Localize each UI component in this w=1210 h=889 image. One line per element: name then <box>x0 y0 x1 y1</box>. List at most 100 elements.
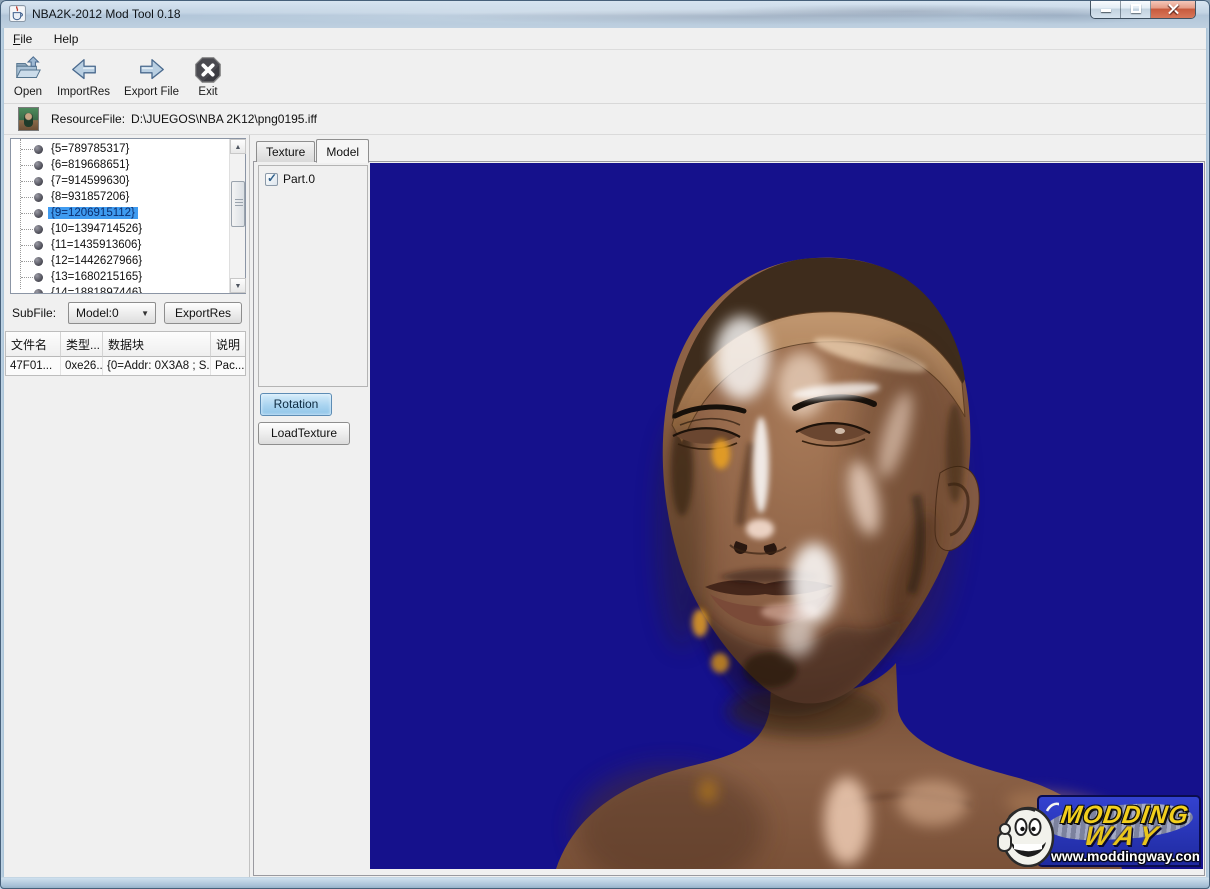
tree-item-label: {10=1394714526} <box>48 223 145 235</box>
tree-item-label: {8=931857206} <box>48 191 132 203</box>
resource-bar: ResourceFile:D:\JUEGOS\NBA 2K12\png0195.… <box>4 104 1206 135</box>
toolbar: Open ImportRes Export File <box>4 50 1206 104</box>
importres-label: ImportRes <box>57 86 110 98</box>
scroll-down-icon[interactable]: ▼ <box>230 278 246 293</box>
resource-file-text: ResourceFile:D:\JUEGOS\NBA 2K12\png0195.… <box>51 112 317 126</box>
part-list-panel: Part.0 <box>258 165 368 387</box>
subfile-label: SubFile: <box>12 306 60 320</box>
tree-item[interactable]: {13=1680215165} <box>15 269 228 285</box>
rotation-button[interactable]: Rotation <box>260 393 332 416</box>
resource-tree: {5=789785317} {6=819668651} {7=914599630… <box>10 138 246 294</box>
tree-scrollbar[interactable]: ▲ ▼ <box>229 139 245 293</box>
tree-connector <box>21 245 33 246</box>
title-bar[interactable]: NBA2K-2012 Mod Tool 0.18 <box>0 0 1210 28</box>
tree-item-label: {7=914599630} <box>48 175 132 187</box>
model-viewport[interactable]: MODDING WAY www.moddingway.com <box>370 163 1203 869</box>
java-app-icon <box>9 5 26 22</box>
open-button[interactable]: Open <box>11 54 45 99</box>
tree-connector <box>21 293 33 294</box>
subfile-table: 文件名 类型... 数据块 说明 47F01... 0xe26... {0=Ad… <box>5 331 246 376</box>
table-header-filename[interactable]: 文件名 <box>6 332 61 357</box>
table-cell-type: 0xe26... <box>61 357 103 375</box>
part-label: Part.0 <box>283 172 315 186</box>
tree-item[interactable]: {8=931857206} <box>15 189 228 205</box>
subfile-dropdown[interactable]: Model:0 ▼ <box>68 302 156 324</box>
tree-item[interactable]: {6=819668651} <box>15 157 228 173</box>
mouse-mascot-icon <box>997 795 1059 867</box>
tree-item[interactable]: {7=914599630} <box>15 173 228 189</box>
table-cell-datablock: {0=Addr: 0X3A8 ; S... <box>103 357 211 375</box>
exit-icon <box>193 55 223 85</box>
tree-item-label: {12=1442627966} <box>48 255 145 267</box>
maximize-icon <box>1131 4 1141 13</box>
minimize-button[interactable] <box>1091 0 1121 18</box>
maximize-button[interactable] <box>1121 0 1151 18</box>
resource-thumbnail-icon <box>18 107 39 131</box>
menu-bar: File Help <box>4 28 1206 50</box>
scroll-up-icon[interactable]: ▲ <box>230 139 246 154</box>
tree-node-icon <box>34 289 43 294</box>
subfile-dropdown-value: Model:0 <box>76 306 119 320</box>
tree-item[interactable]: {11=1435913606} <box>15 237 228 253</box>
open-folder-icon <box>13 55 43 85</box>
tree-connector <box>21 165 33 166</box>
tree-node-icon <box>34 177 43 186</box>
table-header-type[interactable]: 类型... <box>61 332 103 357</box>
scrollbar-thumb[interactable] <box>231 181 245 227</box>
tab-texture[interactable]: Texture <box>256 141 315 162</box>
watermark-url: www.moddingway.com <box>1051 848 1199 864</box>
table-header-datablock[interactable]: 数据块 <box>103 332 211 357</box>
tree-item-selected[interactable]: {9=1206915112} <box>15 205 228 221</box>
tree-item[interactable]: {12=1442627966} <box>15 253 228 269</box>
tree-connector <box>21 213 33 214</box>
tree-item[interactable]: {10=1394714526} <box>15 221 228 237</box>
dropdown-arrow-icon: ▼ <box>141 303 149 324</box>
tree-item-label: {9=1206915112} <box>48 207 138 219</box>
resource-file-path: D:\JUEGOS\NBA 2K12\png0195.iff <box>131 112 317 126</box>
tree-item[interactable]: {14=1881897446} <box>15 285 228 293</box>
moddingway-watermark: MODDING WAY www.moddingway.com <box>997 793 1201 869</box>
main-area: {5=789785317} {6=819668651} {7=914599630… <box>4 135 1206 877</box>
tree-connector <box>21 197 33 198</box>
loadtexture-button[interactable]: LoadTexture <box>258 422 350 445</box>
close-button[interactable] <box>1151 0 1195 18</box>
tree-connector <box>21 277 33 278</box>
open-label: Open <box>14 86 42 98</box>
client-area: File Help Open ImportRes <box>4 28 1206 877</box>
minimize-icon <box>1101 9 1111 12</box>
tree-node-icon <box>34 209 43 218</box>
part-row[interactable]: Part.0 <box>259 166 367 186</box>
tree-node-icon <box>34 273 43 282</box>
table-cell-description: Pac... <box>211 357 245 375</box>
window-frame-bottom <box>0 877 1210 889</box>
exportfile-button[interactable]: Export File <box>122 54 181 99</box>
table-cell-filename: 47F01... <box>6 357 61 375</box>
table-header-description[interactable]: 说明 <box>211 332 245 357</box>
tab-model[interactable]: Model <box>316 139 369 163</box>
window-controls <box>1090 0 1196 19</box>
tree-item[interactable]: {5=789785317} <box>15 141 228 157</box>
tree-connector <box>21 229 33 230</box>
tree-node-icon <box>34 257 43 266</box>
exportfile-label: Export File <box>124 86 179 98</box>
window-title: NBA2K-2012 Mod Tool 0.18 <box>32 7 181 21</box>
tree-connector <box>21 261 33 262</box>
export-arrow-icon <box>137 55 167 85</box>
importres-button[interactable]: ImportRes <box>55 54 112 99</box>
tree-node-icon <box>34 225 43 234</box>
tree-node-icon <box>34 241 43 250</box>
right-panel: Texture Model Part.0 Rotation LoadTextur… <box>252 135 1206 877</box>
menu-help[interactable]: Help <box>45 28 88 49</box>
subfile-row: SubFile: Model:0 ▼ ExportRes <box>12 301 244 325</box>
exportres-button[interactable]: ExportRes <box>164 302 242 324</box>
import-arrow-icon <box>69 55 99 85</box>
menu-file[interactable]: File <box>4 28 41 49</box>
part-checkbox[interactable] <box>265 173 278 186</box>
app-window: NBA2K-2012 Mod Tool 0.18 File Help <box>0 0 1210 889</box>
tree-connector <box>21 181 33 182</box>
tab-strip: Texture Model <box>256 139 370 162</box>
moddingway-panel: MODDING WAY www.moddingway.com <box>1037 795 1201 867</box>
table-row[interactable]: 47F01... 0xe26... {0=Addr: 0X3A8 ; S... … <box>6 357 245 375</box>
tree-item-label: {13=1680215165} <box>48 271 145 283</box>
exit-button[interactable]: Exit <box>191 54 225 99</box>
